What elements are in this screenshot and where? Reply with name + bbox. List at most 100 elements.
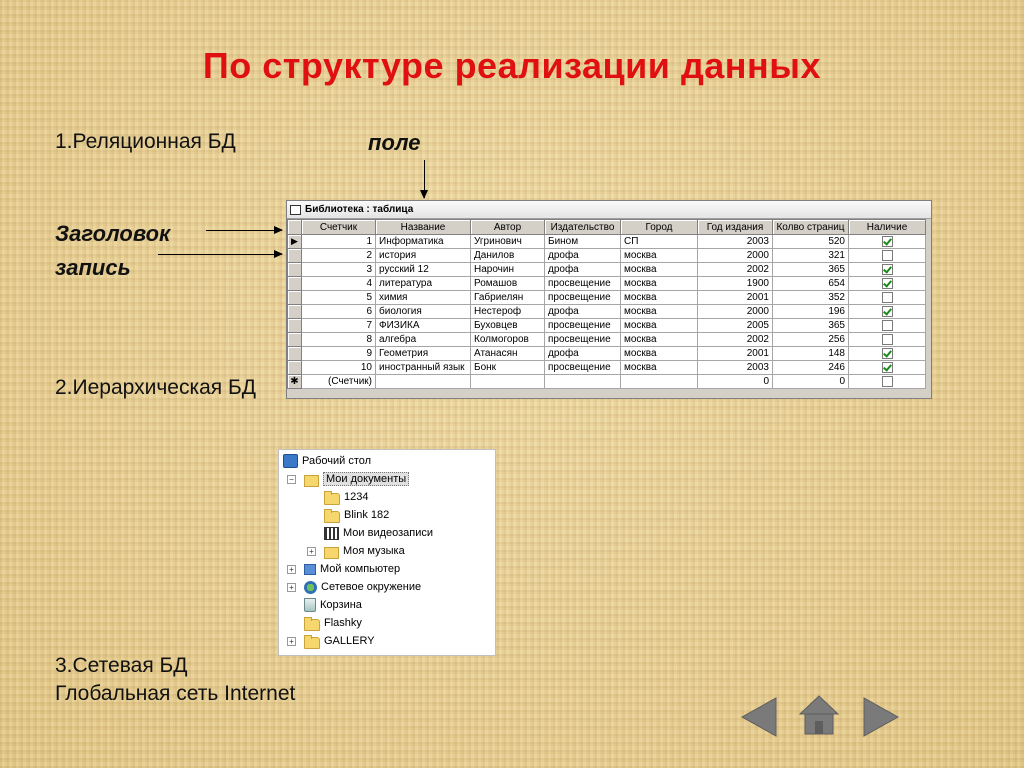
cell-id[interactable]: (Счетчик) [301, 374, 376, 389]
cell-name[interactable]: химия [375, 290, 471, 305]
availability-checkbox[interactable] [881, 361, 893, 373]
cell-id[interactable]: 3 [301, 262, 376, 277]
tree-node-network[interactable]: + Сетевое окружение [287, 578, 421, 596]
row-selector[interactable] [287, 304, 302, 319]
cell-city[interactable]: СП [620, 234, 698, 249]
cell-author[interactable]: Бонк [470, 360, 545, 375]
cell-available[interactable] [848, 276, 926, 291]
row-selector[interactable] [287, 346, 302, 361]
table-row[interactable]: 3 русский 12 Нарочин дрофа москва 2002 365 [287, 262, 926, 277]
availability-checkbox[interactable] [881, 291, 893, 303]
cell-id[interactable]: 8 [301, 332, 376, 347]
tree-node-recycle[interactable]: Корзина [304, 596, 362, 614]
cell-id[interactable]: 1 [301, 234, 376, 249]
arrow-right-icon[interactable] [862, 696, 900, 738]
cell-available[interactable] [848, 332, 926, 347]
row-selector[interactable]: ▶ [287, 234, 302, 249]
col-header[interactable]: Счетчик [301, 219, 376, 235]
cell-available[interactable] [848, 304, 926, 319]
cell-name[interactable]: история [375, 248, 471, 263]
cell-name[interactable]: русский 12 [375, 262, 471, 277]
cell-publisher[interactable]: просвещение [544, 276, 621, 291]
cell-name[interactable]: иностранный язык [375, 360, 471, 375]
cell-city[interactable] [620, 374, 698, 389]
cell-name[interactable]: Геометрия [375, 346, 471, 361]
home-icon[interactable] [798, 694, 840, 736]
cell-available[interactable] [848, 318, 926, 333]
table-row[interactable]: 7 ФИЗИКА Буховцев просвещение москва 2005 365 [287, 318, 926, 333]
cell-author[interactable] [470, 374, 545, 389]
col-header[interactable]: Год издания [697, 219, 773, 235]
availability-checkbox[interactable] [881, 333, 893, 345]
cell-pages[interactable]: 352 [772, 290, 849, 305]
row-selector[interactable] [287, 360, 302, 375]
tree-node-blink182[interactable]: Blink 182 [324, 506, 389, 524]
col-header[interactable]: Название [375, 219, 471, 235]
cell-pages[interactable]: 148 [772, 346, 849, 361]
cell-year[interactable]: 2002 [697, 332, 773, 347]
table-row[interactable]: 8 алгебра Колмогоров просвещение москва 2002 2… [287, 332, 926, 347]
availability-checkbox[interactable] [881, 249, 893, 261]
col-header[interactable]: Наличие [848, 219, 926, 235]
tree-node-music[interactable]: + Моя музыка [307, 542, 405, 560]
cell-publisher[interactable]: просвещение [544, 360, 621, 375]
table-row[interactable]: ▶ 1 Информатика Угринович Бином СП 2003 520 [287, 234, 926, 249]
cell-city[interactable]: москва [620, 304, 698, 319]
cell-year[interactable]: 2003 [697, 360, 773, 375]
cell-publisher[interactable]: Бином [544, 234, 621, 249]
cell-publisher[interactable]: просвещение [544, 318, 621, 333]
table-row[interactable]: 2 история Данилов дрофа москва 2000 321 [287, 248, 926, 263]
availability-checkbox[interactable] [881, 277, 893, 289]
cell-city[interactable]: москва [620, 360, 698, 375]
table-row[interactable]: 10 иностранный язык Бонк просвещение москва 2… [287, 360, 926, 375]
table-row[interactable]: 9 Геометрия Атанасян дрофа москва 2001 148 [287, 346, 926, 361]
cell-year[interactable]: 2003 [697, 234, 773, 249]
cell-city[interactable]: москва [620, 276, 698, 291]
tree-node-flashky[interactable]: Flashky [304, 614, 362, 632]
cell-id[interactable]: 2 [301, 248, 376, 263]
cell-name[interactable] [375, 374, 471, 389]
cell-year[interactable]: 2002 [697, 262, 773, 277]
cell-publisher[interactable]: дрофа [544, 248, 621, 263]
collapse-icon[interactable]: − [287, 475, 296, 484]
cell-author[interactable]: Габриелян [470, 290, 545, 305]
cell-year[interactable]: 2000 [697, 304, 773, 319]
cell-available[interactable] [848, 290, 926, 305]
cell-name[interactable]: литература [375, 276, 471, 291]
row-selector[interactable] [287, 332, 302, 347]
tree-node-my-documents[interactable]: − Мои документы [287, 470, 410, 488]
cell-year[interactable]: 2000 [697, 248, 773, 263]
cell-id[interactable]: 9 [301, 346, 376, 361]
cell-publisher[interactable]: дрофа [544, 304, 621, 319]
cell-pages[interactable]: 520 [772, 234, 849, 249]
row-selector[interactable] [287, 290, 302, 305]
cell-name[interactable]: ФИЗИКА [375, 318, 471, 333]
cell-publisher[interactable] [544, 374, 621, 389]
cell-pages[interactable]: 256 [772, 332, 849, 347]
cell-city[interactable]: москва [620, 332, 698, 347]
tree-node-computer[interactable]: + Мой компьютер [287, 560, 400, 578]
cell-name[interactable]: алгебра [375, 332, 471, 347]
cell-author[interactable]: Атанасян [470, 346, 545, 361]
cell-publisher[interactable]: дрофа [544, 262, 621, 277]
cell-id[interactable]: 4 [301, 276, 376, 291]
availability-checkbox[interactable] [881, 263, 893, 275]
cell-publisher[interactable]: просвещение [544, 332, 621, 347]
cell-available[interactable] [848, 234, 926, 249]
cell-name[interactable]: биология [375, 304, 471, 319]
cell-year[interactable]: 2005 [697, 318, 773, 333]
cell-city[interactable]: москва [620, 290, 698, 305]
cell-author[interactable]: Нестероф [470, 304, 545, 319]
availability-checkbox[interactable] [881, 347, 893, 359]
row-selector[interactable] [287, 248, 302, 263]
expand-icon[interactable]: + [287, 565, 296, 574]
row-selector[interactable] [287, 276, 302, 291]
cell-publisher[interactable]: дрофа [544, 346, 621, 361]
cell-pages[interactable]: 365 [772, 262, 849, 277]
row-selector[interactable] [287, 318, 302, 333]
cell-year[interactable]: 0 [697, 374, 773, 389]
cell-available[interactable] [848, 262, 926, 277]
cell-author[interactable]: Нарочин [470, 262, 545, 277]
cell-pages[interactable]: 321 [772, 248, 849, 263]
tree-node-1234[interactable]: 1234 [324, 488, 368, 506]
